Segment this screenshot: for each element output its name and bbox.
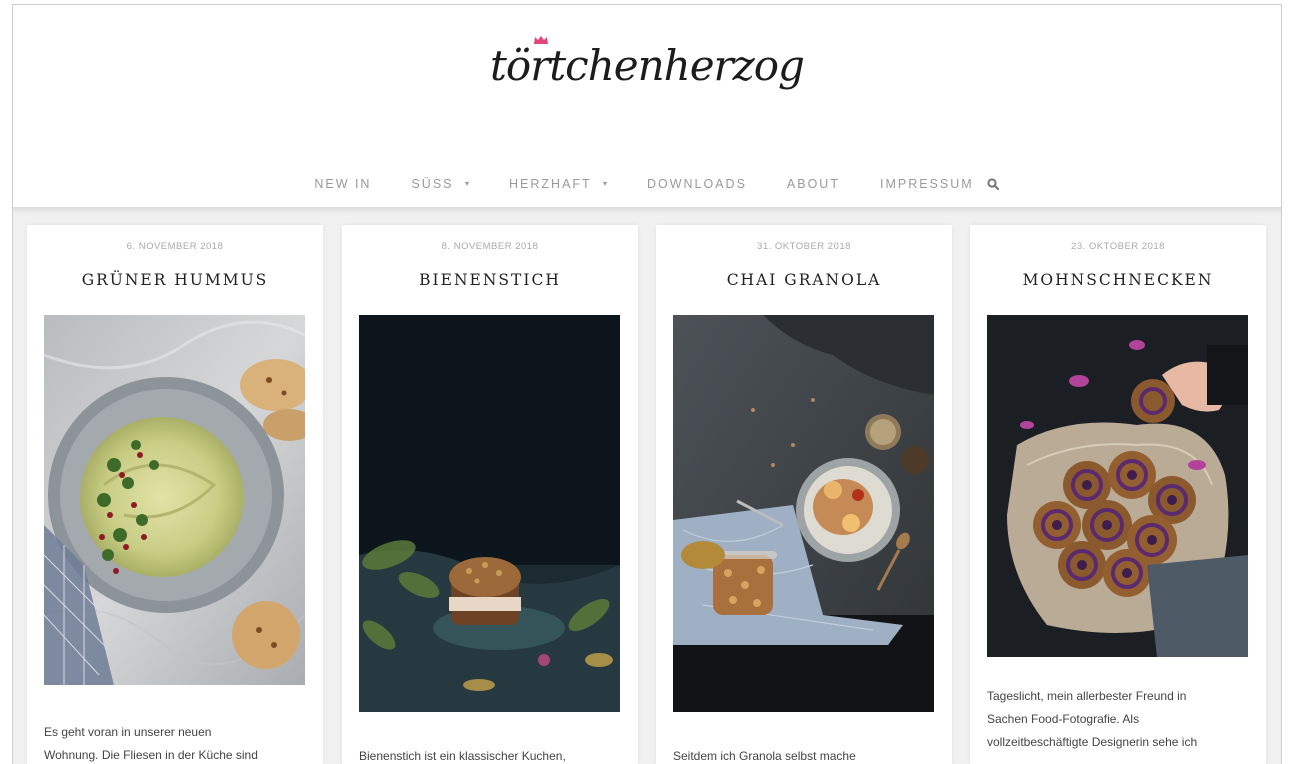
post-title[interactable]: GRÜNER HUMMUS	[27, 271, 323, 289]
excerpt-line: Bienenstich ist ein klassischer Kuchen,	[359, 749, 566, 763]
nav-label: IMPRESSUM	[879, 177, 974, 191]
post-card[interactable]: 23. OKTOBER 2018 MOHNSCHNECKEN Tageslich…	[970, 225, 1266, 764]
post-image-hummus[interactable]	[44, 315, 305, 685]
logo-text: törtchenherzog	[490, 41, 805, 90]
post-card[interactable]: 6. NOVEMBER 2018 GRÜNER HUMMUS Es geht v…	[27, 225, 323, 764]
excerpt-line: Tageslicht, mein allerbester Freund in	[987, 689, 1187, 703]
bienenstich-photo-illustration	[359, 315, 620, 712]
excerpt-line: Sachen Food-Fotografie. Als	[987, 712, 1140, 726]
post-image-mohnschnecken[interactable]	[987, 315, 1248, 657]
post-date: 8. NOVEMBER 2018	[441, 241, 539, 252]
mohnschnecken-photo-illustration	[987, 315, 1248, 657]
excerpt-line: Es geht voran in unserer neuen	[44, 725, 212, 739]
excerpt-line: vollzeitbeschäftigte Designerin sehe ich	[987, 735, 1198, 749]
nav-label: DOWNLOADS	[646, 177, 747, 191]
post-date: 23. OKTOBER 2018	[1071, 241, 1165, 252]
chevron-down-icon: ▾	[602, 179, 607, 188]
hummus-photo-illustration	[44, 315, 305, 685]
site-header: törtchenherzog NEW IN SÜSS ▾ HERZHAFT ▾ …	[13, 5, 1281, 207]
nav-label: ABOUT	[786, 177, 840, 191]
post-image-bienenstich[interactable]	[359, 315, 620, 712]
nav-label: SÜSS	[411, 177, 454, 191]
post-date: 31. OKTOBER 2018	[757, 241, 851, 252]
nav-item-new-in[interactable]: NEW IN	[294, 177, 391, 191]
post-grid: 6. NOVEMBER 2018 GRÜNER HUMMUS Es geht v…	[13, 207, 1281, 764]
chevron-down-icon: ▾	[465, 179, 470, 188]
post-card[interactable]: 31. OKTOBER 2018 CHAI GRANOLA Seitdem ic…	[656, 225, 952, 764]
nav-label: NEW IN	[314, 177, 372, 191]
crown-icon	[534, 36, 548, 44]
nav-item-impressum[interactable]: IMPRESSUM	[860, 177, 984, 191]
browser-page: törtchenherzog NEW IN SÜSS ▾ HERZHAFT ▾ …	[12, 4, 1282, 764]
post-title[interactable]: BIENENSTICH	[342, 271, 638, 289]
post-excerpt: Bienenstich ist ein klassischer Kuchen,	[359, 745, 621, 764]
post-date: 6. NOVEMBER 2018	[126, 241, 224, 252]
main-nav: NEW IN SÜSS ▾ HERZHAFT ▾ DOWNLOADS ABOUT…	[13, 173, 1281, 195]
nav-item-downloads[interactable]: DOWNLOADS	[627, 177, 767, 191]
nav-item-about[interactable]: ABOUT	[767, 177, 860, 191]
nav-label: HERZHAFT	[509, 177, 592, 191]
search-icon[interactable]	[986, 177, 1000, 191]
excerpt-line: Seitdem ich Granola selbst mache	[673, 749, 856, 763]
site-logo[interactable]: törtchenherzog	[13, 36, 1281, 90]
nav-item-suess[interactable]: SÜSS ▾	[391, 177, 489, 191]
nav-item-herzhaft[interactable]: HERZHAFT ▾	[489, 177, 627, 191]
excerpt-line: Wohnung. Die Fliesen in der Küche sind	[44, 748, 258, 762]
post-title[interactable]: CHAI GRANOLA	[656, 271, 952, 289]
post-excerpt: Seitdem ich Granola selbst mache	[673, 745, 935, 764]
granola-photo-illustration	[673, 315, 934, 712]
post-excerpt: Es geht voran in unserer neuen Wohnung. …	[44, 721, 306, 764]
post-title[interactable]: MOHNSCHNECKEN	[970, 271, 1266, 289]
post-image-chai-granola[interactable]	[673, 315, 934, 712]
post-card[interactable]: 8. NOVEMBER 2018 BIENENSTICH Bienenstich…	[342, 225, 638, 764]
